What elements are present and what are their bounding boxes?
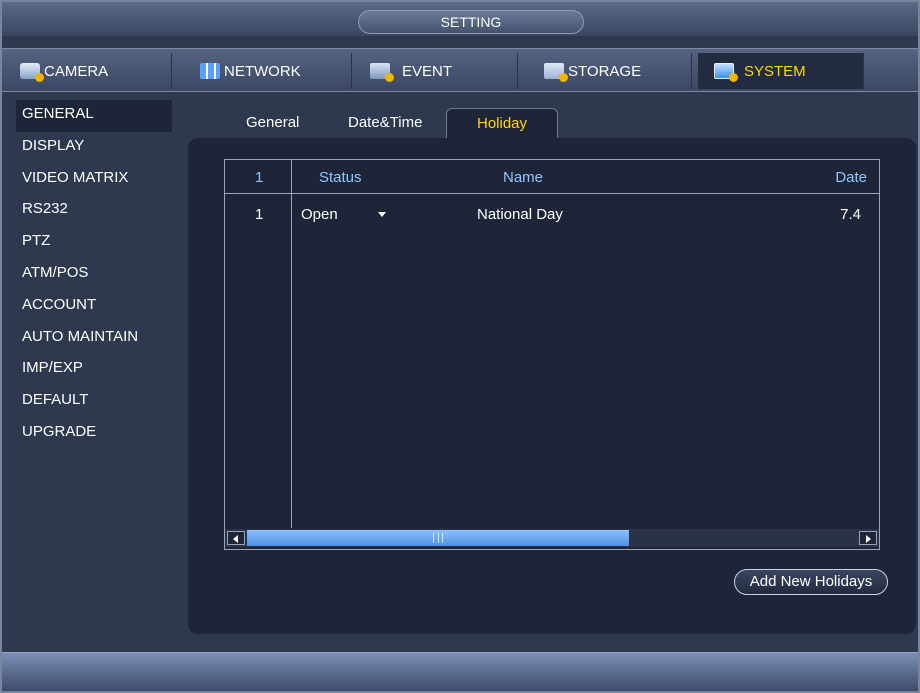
sidebar-item-upgrade[interactable]: UPGRADE bbox=[16, 418, 172, 450]
network-icon bbox=[200, 63, 220, 79]
menu-system[interactable]: SYSTEM bbox=[698, 53, 864, 89]
holiday-table: 1 Status Name Date 1 Open National Day 7… bbox=[224, 159, 880, 550]
menu-camera-label: CAMERA bbox=[44, 62, 109, 80]
menu-storage-label: STORAGE bbox=[568, 62, 642, 80]
status-dropdown[interactable]: Open bbox=[301, 202, 391, 228]
row-name: National Day bbox=[477, 206, 563, 223]
sidebar-item-ptz[interactable]: PTZ bbox=[16, 227, 172, 259]
menu-storage[interactable]: STORAGE bbox=[526, 53, 692, 89]
header-date: Date bbox=[835, 169, 867, 186]
sidebar: GENERAL DISPLAY VIDEO MATRIX RS232 PTZ A… bbox=[16, 100, 172, 460]
sidebar-item-atm-pos[interactable]: ATM/POS bbox=[16, 259, 172, 291]
menu-system-label: SYSTEM bbox=[744, 62, 806, 80]
scroll-thumb[interactable] bbox=[247, 530, 629, 546]
top-menu: CAMERA NETWORK EVENT STORAGE SYSTEM bbox=[2, 48, 918, 92]
menu-event-label: EVENT bbox=[402, 62, 453, 80]
title-bar: SETTING bbox=[2, 2, 918, 36]
sidebar-item-video-matrix[interactable]: VIDEO MATRIX bbox=[16, 164, 172, 196]
scroll-right-arrow-icon[interactable] bbox=[859, 531, 877, 545]
menu-event[interactable]: EVENT bbox=[352, 53, 518, 89]
tab-date-time[interactable]: Date&Time bbox=[334, 108, 436, 138]
sidebar-item-auto-maintain[interactable]: AUTO MAINTAIN bbox=[16, 323, 172, 355]
menu-network-label: NETWORK bbox=[224, 62, 301, 80]
sidebar-item-display[interactable]: DISPLAY bbox=[16, 132, 172, 164]
row-index: 1 bbox=[255, 206, 264, 223]
sidebar-item-account[interactable]: ACCOUNT bbox=[16, 291, 172, 323]
table-header: 1 Status Name Date bbox=[225, 160, 879, 194]
event-icon bbox=[370, 63, 394, 82]
sidebar-item-default[interactable]: DEFAULT bbox=[16, 386, 172, 418]
menu-camera[interactable]: CAMERA bbox=[6, 53, 172, 89]
sidebar-item-imp-exp[interactable]: IMP/EXP bbox=[16, 354, 172, 386]
sidebar-item-rs232[interactable]: RS232 bbox=[16, 195, 172, 227]
bottom-bar bbox=[2, 652, 918, 691]
chevron-down-icon bbox=[378, 212, 386, 217]
add-new-holidays-button[interactable]: Add New Holidays bbox=[734, 569, 888, 595]
status-value: Open bbox=[301, 206, 338, 223]
sidebar-item-general[interactable]: GENERAL bbox=[16, 100, 172, 132]
header-index: 1 bbox=[255, 169, 264, 186]
grip-icon bbox=[433, 533, 443, 543]
settings-window: SETTING CAMERA NETWORK EVENT STORAGE SYS… bbox=[0, 0, 920, 693]
row-date: 7.4 bbox=[840, 206, 861, 223]
camera-icon bbox=[20, 63, 44, 82]
header-name: Name bbox=[503, 169, 544, 186]
table-row[interactable]: 1 Open National Day 7.4 bbox=[225, 200, 879, 228]
storage-icon bbox=[544, 63, 568, 82]
horizontal-scrollbar[interactable] bbox=[225, 529, 879, 547]
tab-holiday[interactable]: Holiday bbox=[446, 108, 558, 138]
menu-network[interactable]: NETWORK bbox=[186, 53, 352, 89]
window-title: SETTING bbox=[358, 10, 584, 34]
scroll-left-arrow-icon[interactable] bbox=[227, 531, 245, 545]
system-icon bbox=[714, 63, 738, 82]
tab-general[interactable]: General bbox=[232, 108, 313, 138]
header-status: Status bbox=[319, 169, 362, 186]
